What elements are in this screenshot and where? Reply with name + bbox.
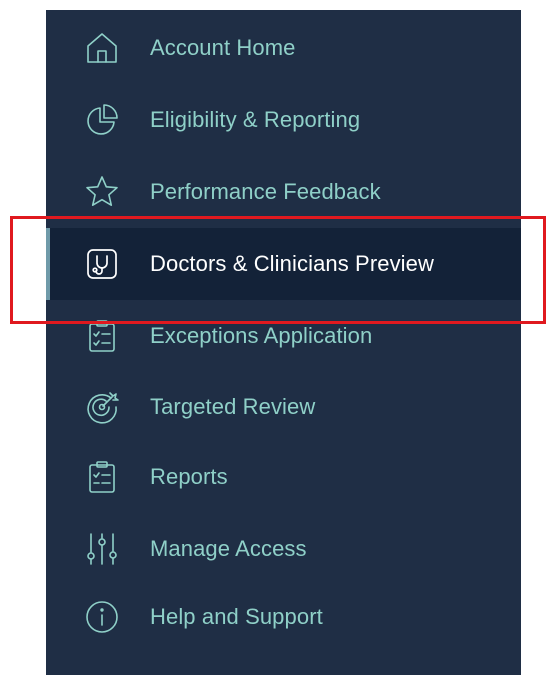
sidebar-item-targeted-review[interactable]: Targeted Review xyxy=(46,371,521,443)
star-icon xyxy=(84,174,120,210)
sidebar-item-label: Reports xyxy=(150,464,228,489)
sidebar-item-label: Performance Feedback xyxy=(150,179,381,204)
sidebar-item-label: Exceptions Application xyxy=(150,323,373,348)
sidebar-item-label: Manage Access xyxy=(150,536,307,561)
sidebar-item-doctors-clinicians-preview[interactable]: Doctors & Clinicians Preview xyxy=(46,228,521,300)
sidebar-item-label: Eligibility & Reporting xyxy=(150,107,361,132)
pie-chart-icon xyxy=(84,102,120,138)
sidebar-item-reports[interactable]: Reports xyxy=(46,441,521,513)
info-icon xyxy=(84,599,120,635)
stethoscope-icon xyxy=(84,246,120,282)
clipboard-checklist-icon xyxy=(84,318,120,354)
sidebar-item-label: Doctors & Clinicians Preview xyxy=(150,251,434,276)
sidebar-item-label: Account Home xyxy=(150,35,296,60)
sidebar-item-account-home[interactable]: Account Home xyxy=(46,12,521,84)
sliders-icon xyxy=(84,531,120,567)
target-icon xyxy=(84,389,120,425)
sidebar-nav: Account Home Eligibility & Reporting Per… xyxy=(46,10,521,675)
clipboard-report-icon xyxy=(84,459,120,495)
page: Account Home Eligibility & Reporting Per… xyxy=(0,0,549,675)
sidebar-item-performance-feedback[interactable]: Performance Feedback xyxy=(46,156,521,228)
sidebar-item-manage-access[interactable]: Manage Access xyxy=(46,513,521,585)
home-icon xyxy=(84,30,120,66)
sidebar-item-label: Help and Support xyxy=(150,604,323,629)
sidebar-item-help-and-support[interactable]: Help and Support xyxy=(46,581,521,653)
sidebar-item-label: Targeted Review xyxy=(150,394,316,419)
sidebar-item-exceptions-application[interactable]: Exceptions Application xyxy=(46,300,521,372)
sidebar-item-eligibility-reporting[interactable]: Eligibility & Reporting xyxy=(46,84,521,156)
